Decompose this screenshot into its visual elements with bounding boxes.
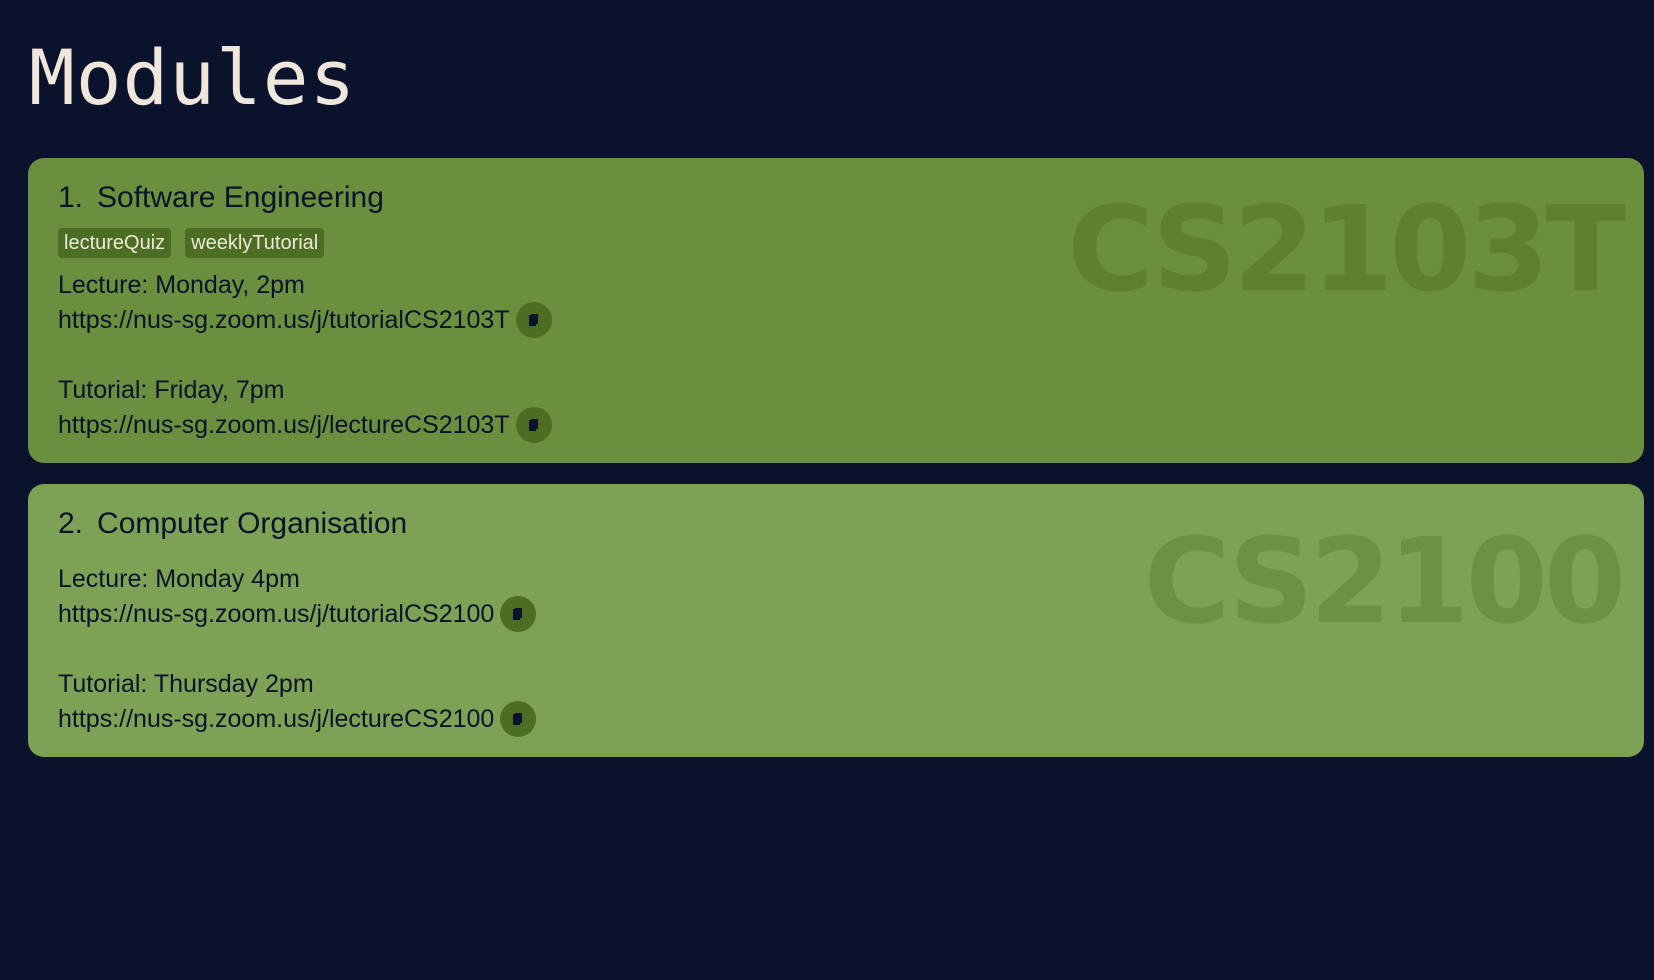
lecture-link-row: https://nus-sg.zoom.us/j/tutorialCS2100 [58,596,537,632]
lecture-link[interactable]: https://nus-sg.zoom.us/j/tutorialCS2100 [58,597,494,631]
copy-tutorial-link-button[interactable] [500,701,537,737]
tag: lectureQuiz [58,228,172,258]
copy-icon [513,608,523,620]
tutorial-link-row: https://nus-sg.zoom.us/j/lectureCS2100 [58,701,537,737]
copy-lecture-link-button[interactable] [500,596,537,632]
module-code-watermark: CS2100 [1143,512,1626,650]
copy-tutorial-link-button[interactable] [515,407,552,443]
tag-list: lectureQuiz weeklyTutorial [58,228,552,258]
module-index: 1. [58,181,84,214]
copy-icon [528,419,538,431]
lecture-link-row: https://nus-sg.zoom.us/j/tutorialCS2103T [58,302,552,338]
module-card-body: 1. Software Engineering lectureQuiz weekl… [58,180,552,443]
tutorial-time: Tutorial: Thursday 2pm [58,670,314,698]
module-name: Computer Organisation [97,507,408,540]
tutorial-time: Tutorial: Friday, 7pm [58,376,285,404]
copy-icon [513,713,523,725]
copy-icon [528,314,538,326]
lecture-time: Lecture: Monday, 2pm [58,271,305,299]
module-card[interactable]: CS2103T 1. Software Engineering lectureQu… [28,158,1644,463]
tag: weeklyTutorial [185,228,325,258]
lecture-time: Lecture: Monday 4pm [58,565,300,593]
page-title: Modules [29,33,357,122]
module-card[interactable]: CS2100 2. Computer Organisation Lecture: … [28,484,1644,757]
copy-lecture-link-button[interactable] [515,302,552,338]
module-index: 2. [58,507,84,540]
tutorial-link[interactable]: https://nus-sg.zoom.us/j/lectureCS2100 [58,702,494,736]
module-title: 1. Software Engineering [58,180,552,216]
module-title: 2. Computer Organisation [58,506,536,542]
module-code-watermark: CS2103T [1067,180,1626,318]
module-name: Software Engineering [97,181,384,214]
tutorial-link[interactable]: https://nus-sg.zoom.us/j/lectureCS2103T [58,408,510,442]
module-card-body: 2. Computer Organisation Lecture: Monday … [58,506,537,737]
tutorial-link-row: https://nus-sg.zoom.us/j/lectureCS2103T [58,407,552,443]
lecture-link[interactable]: https://nus-sg.zoom.us/j/tutorialCS2103T [58,303,510,337]
